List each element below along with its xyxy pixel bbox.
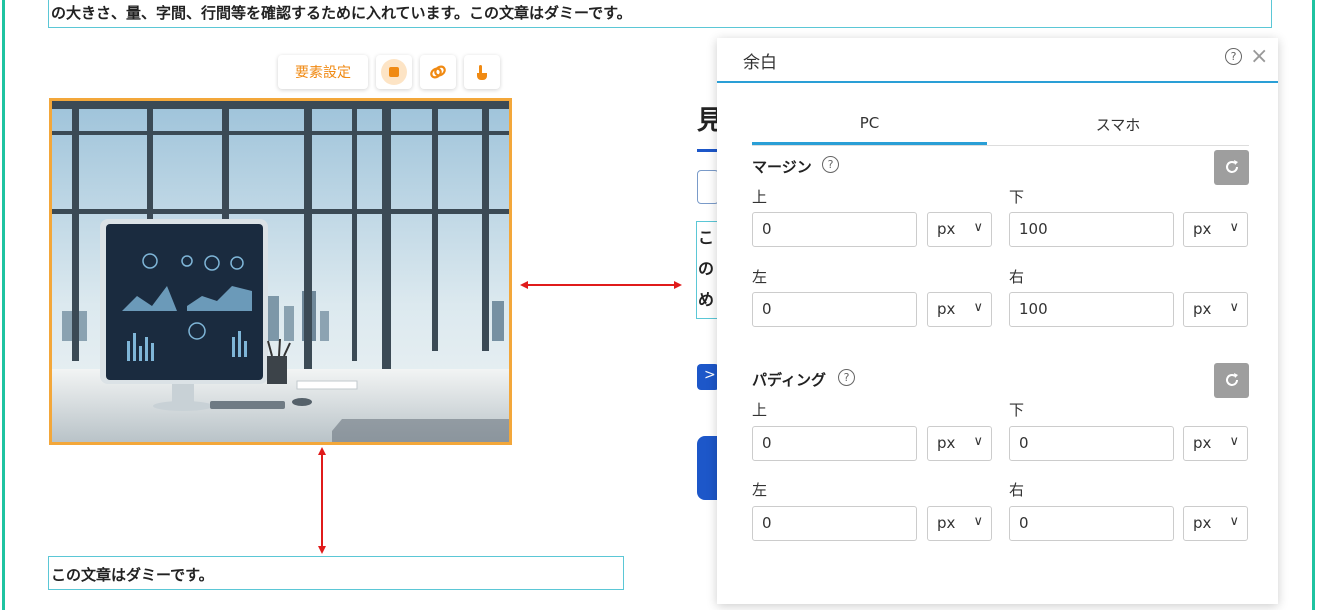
spacing-settings-panel: 余白 ? × PC スマホ マージン ? 上 0 px ∨ 下 100 px ∨ 左… xyxy=(717,38,1278,604)
device-tabs: PC スマホ xyxy=(752,108,1249,146)
chevron-down-icon: ∨ xyxy=(973,300,983,315)
unit-value: px xyxy=(937,434,956,452)
close-icon[interactable]: × xyxy=(1250,44,1268,69)
margin-left-label: 左 xyxy=(752,268,768,286)
padding-right-input[interactable]: 0 xyxy=(1009,506,1174,541)
padding-bottom-label: 下 xyxy=(1009,401,1025,419)
chevron-down-icon: ∨ xyxy=(1229,514,1239,529)
background-text-line: めに xyxy=(698,290,715,309)
pointer-icon xyxy=(477,65,487,80)
canvas-right-border xyxy=(1312,0,1315,610)
heading-underline xyxy=(697,149,717,152)
chip-icon xyxy=(381,59,407,85)
refresh-icon xyxy=(1225,373,1238,386)
unit-value: px xyxy=(1193,300,1212,318)
background-blue-button[interactable] xyxy=(697,436,719,500)
desk-monitor-photo[interactable] xyxy=(49,98,512,445)
background-button[interactable] xyxy=(697,170,719,204)
unit-value: px xyxy=(1193,220,1212,238)
margin-bottom-unit-select[interactable]: px ∨ xyxy=(1183,212,1248,247)
chevron-down-icon: ∨ xyxy=(973,514,983,529)
padding-bottom-unit-select[interactable]: px ∨ xyxy=(1183,426,1248,461)
chevron-down-icon: ∨ xyxy=(1229,434,1239,449)
background-text-block[interactable]: この めに 行間 xyxy=(696,221,718,319)
margin-right-unit-select[interactable]: px ∨ xyxy=(1183,292,1248,327)
tab-smartphone[interactable]: スマホ xyxy=(987,108,1249,145)
chevron-down-icon: ∨ xyxy=(1229,220,1239,235)
background-text-line: この xyxy=(698,228,715,278)
unit-value: px xyxy=(937,514,956,532)
padding-top-label: 上 xyxy=(752,401,768,419)
padding-top-unit-select[interactable]: px ∨ xyxy=(927,426,992,461)
element-toolbar: 要素設定 xyxy=(278,55,500,89)
margin-bottom-guide-arrow xyxy=(318,447,326,554)
chevron-down-icon: ∨ xyxy=(973,220,983,235)
margin-left-unit-select[interactable]: px ∨ xyxy=(927,292,992,327)
margin-top-input[interactable]: 0 xyxy=(752,212,917,247)
unit-value: px xyxy=(937,220,956,238)
padding-title-text: パディング xyxy=(752,371,826,389)
padding-right-unit-select[interactable]: px ∨ xyxy=(1183,506,1248,541)
padding-left-unit-select[interactable]: px ∨ xyxy=(927,506,992,541)
margin-bottom-label: 下 xyxy=(1009,188,1025,206)
padding-reset-button[interactable] xyxy=(1214,363,1249,398)
interaction-button[interactable] xyxy=(464,55,500,89)
chevron-right-icon[interactable]: > xyxy=(697,364,719,390)
element-settings-button[interactable]: 要素設定 xyxy=(278,55,368,89)
margin-left-input[interactable]: 0 xyxy=(752,292,917,327)
dummy-text-block-top[interactable]: の大きさ、量、字間、行間等を確認するために入れています。この文章はダミーです。 xyxy=(48,0,1272,28)
margin-right-guide-arrow xyxy=(520,281,682,289)
padding-right-label: 右 xyxy=(1009,481,1025,499)
padding-bottom-input[interactable]: 0 xyxy=(1009,426,1174,461)
photo-illustration xyxy=(52,101,509,442)
dummy-text-block-bottom[interactable]: この文章はダミーです。 xyxy=(48,556,624,590)
margin-top-label: 上 xyxy=(752,188,768,206)
refresh-icon xyxy=(1225,160,1238,173)
padding-section-title: パディング xyxy=(752,369,826,390)
canvas-left-border xyxy=(2,0,5,610)
link-button[interactable] xyxy=(420,55,456,89)
margin-right-label: 右 xyxy=(1009,268,1025,286)
help-icon[interactable]: ? xyxy=(1225,48,1242,65)
padding-left-label: 左 xyxy=(752,481,768,499)
link-icon xyxy=(430,65,446,79)
margin-title-text: マージン xyxy=(752,158,812,176)
margin-right-input[interactable]: 100 xyxy=(1009,292,1174,327)
chip-button[interactable] xyxy=(376,55,412,89)
chevron-down-icon: ∨ xyxy=(973,434,983,449)
chevron-down-icon: ∨ xyxy=(1229,300,1239,315)
unit-value: px xyxy=(1193,434,1212,452)
margin-top-unit-select[interactable]: px ∨ xyxy=(927,212,992,247)
padding-help-icon[interactable]: ? xyxy=(838,369,855,386)
panel-header: 余白 ? × xyxy=(717,38,1278,83)
margin-reset-button[interactable] xyxy=(1214,150,1249,185)
margin-help-icon[interactable]: ? xyxy=(822,156,839,173)
padding-top-input[interactable]: 0 xyxy=(752,426,917,461)
margin-section-title: マージン xyxy=(752,156,812,177)
panel-title: 余白 xyxy=(743,53,777,73)
padding-left-input[interactable]: 0 xyxy=(752,506,917,541)
tab-pc[interactable]: PC xyxy=(752,108,987,145)
margin-bottom-input[interactable]: 100 xyxy=(1009,212,1174,247)
unit-value: px xyxy=(937,300,956,318)
unit-value: px xyxy=(1193,514,1212,532)
